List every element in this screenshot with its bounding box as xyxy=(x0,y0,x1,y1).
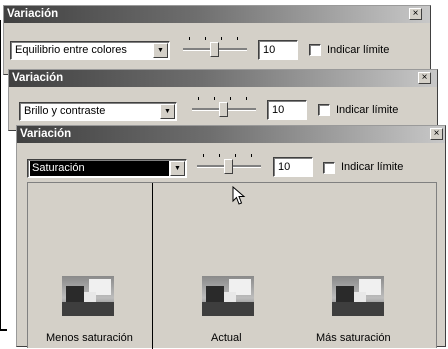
slider-tick xyxy=(235,154,236,157)
slider-tick xyxy=(237,37,238,40)
slider-tick xyxy=(205,37,206,40)
close-icon[interactable]: × xyxy=(409,8,422,20)
limit-checkbox-label: Indicar límite xyxy=(327,44,390,56)
window-3-titlebar[interactable]: Variación × xyxy=(17,126,445,143)
slider-tick xyxy=(230,97,231,100)
preview-photo xyxy=(62,276,114,316)
limit-checkbox-label: Indicar límite xyxy=(336,104,399,116)
amount-slider[interactable] xyxy=(192,95,256,119)
select-value: Saturación xyxy=(30,161,169,176)
variation-window-1: Variación × Equilibrio entre colores ▼ 1… xyxy=(3,5,431,75)
preview-more[interactable] xyxy=(332,276,384,324)
window-1-title: Variación xyxy=(7,8,59,20)
close-icon[interactable]: × xyxy=(418,72,431,84)
chevron-down-icon[interactable]: ▼ xyxy=(170,161,185,176)
limit-checkbox-label: Indicar límite xyxy=(341,161,404,173)
slider-tick xyxy=(246,97,247,100)
preview-photo xyxy=(202,276,254,316)
chevron-down-icon[interactable]: ▼ xyxy=(153,43,168,58)
preview-area: Menos saturación Actual Más saturación xyxy=(27,182,437,349)
preview-caption-less: Menos saturación xyxy=(46,332,133,344)
slider-tick xyxy=(189,37,190,40)
select-value: Brillo y contraste xyxy=(24,105,106,117)
variation-mode-select[interactable]: Equilibrio entre colores ▼ xyxy=(10,41,170,60)
preview-photo xyxy=(332,276,384,316)
variation-window-3: Variación × Saturación ▼ 10 Indicar lími… xyxy=(16,125,446,349)
amount-input[interactable]: 10 xyxy=(258,40,298,60)
slider-tick xyxy=(198,97,199,100)
slider-tick xyxy=(221,37,222,40)
preview-caption-current: Actual xyxy=(211,332,242,344)
preview-less[interactable] xyxy=(62,276,114,324)
window-edge-mark xyxy=(0,329,7,331)
slider-tick xyxy=(251,154,252,157)
window-left-edge xyxy=(0,20,1,330)
limit-checkbox[interactable] xyxy=(309,44,321,56)
slider-thumb[interactable] xyxy=(224,159,233,174)
slider-tick xyxy=(214,97,215,100)
window-2-title: Variación xyxy=(12,72,64,84)
amount-slider[interactable] xyxy=(183,35,247,59)
amount-input[interactable]: 10 xyxy=(267,100,307,120)
window-2-titlebar[interactable]: Variación × xyxy=(9,70,437,87)
slider-tick xyxy=(219,154,220,157)
variation-mode-select[interactable]: Brillo y contraste ▼ xyxy=(19,102,177,121)
limit-checkbox[interactable] xyxy=(323,162,335,174)
close-icon[interactable]: × xyxy=(430,128,443,140)
slider-tick xyxy=(203,154,204,157)
preview-current[interactable] xyxy=(202,276,254,324)
window-3-title: Variación xyxy=(20,128,72,140)
mouse-pointer-icon xyxy=(232,186,246,205)
limit-checkbox[interactable] xyxy=(318,104,330,116)
select-value: Equilibrio entre colores xyxy=(15,44,127,56)
variation-mode-select[interactable]: Saturación ▼ xyxy=(27,159,187,178)
variation-window-2: Variación × Brillo y contraste ▼ 10 Indi… xyxy=(8,69,438,131)
preview-divider xyxy=(152,183,153,349)
window-1-titlebar[interactable]: Variación × xyxy=(4,6,430,23)
preview-caption-more: Más saturación xyxy=(316,332,391,344)
slider-thumb[interactable] xyxy=(210,42,219,57)
chevron-down-icon[interactable]: ▼ xyxy=(160,104,175,119)
amount-slider[interactable] xyxy=(197,152,261,176)
slider-thumb[interactable] xyxy=(219,102,228,117)
amount-input[interactable]: 10 xyxy=(273,157,313,177)
